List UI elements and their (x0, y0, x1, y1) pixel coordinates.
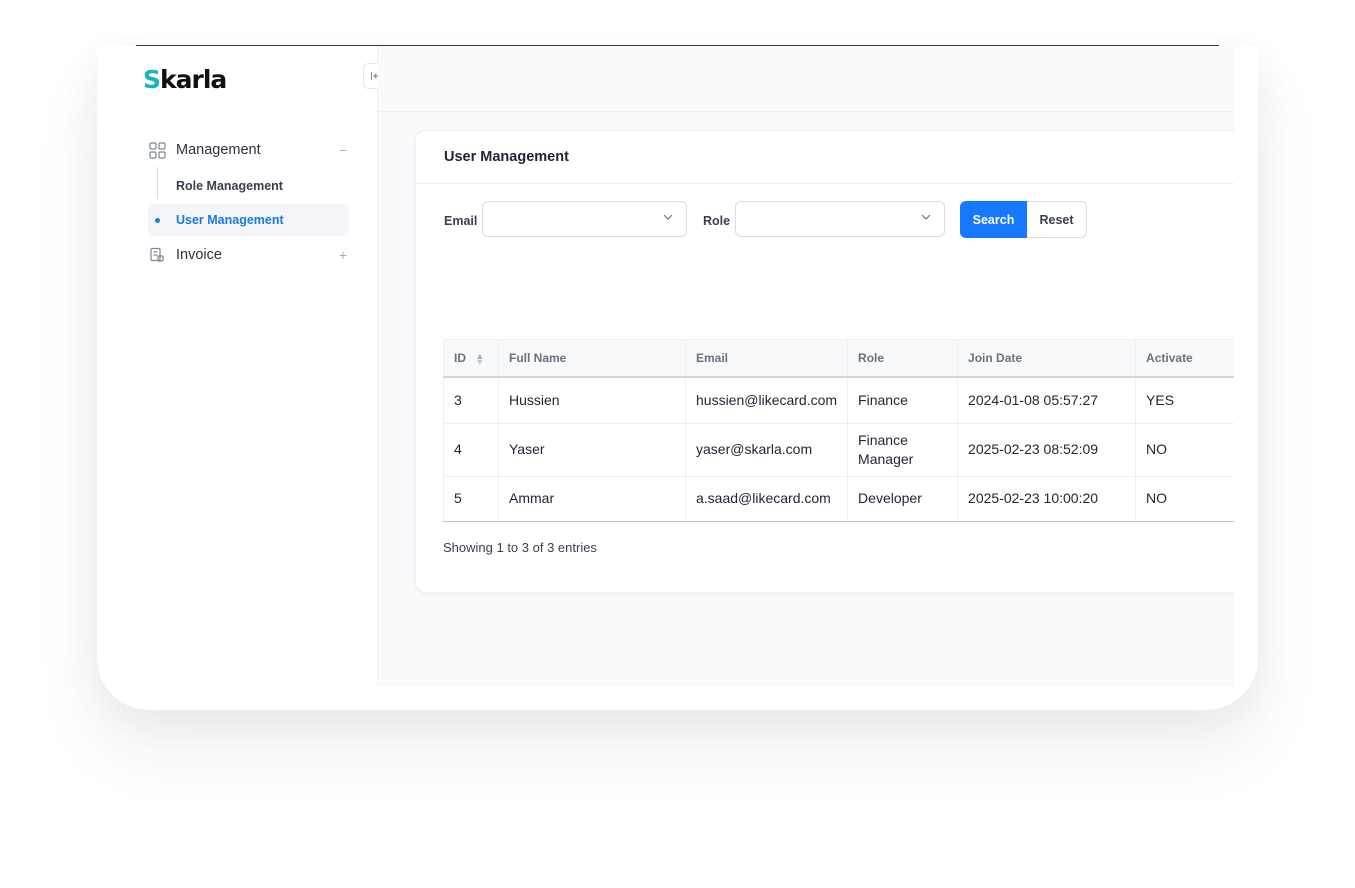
email-select[interactable] (482, 201, 687, 237)
column-header-activate[interactable]: Activate (1135, 339, 1234, 378)
sidebar-group-management[interactable]: Management − (148, 138, 350, 162)
sidebar-group-label: Invoice (176, 247, 222, 263)
cell-activate: NO (1135, 423, 1234, 477)
role-filter-label: Role (703, 214, 731, 228)
column-header-full-name[interactable]: Full Name (498, 339, 686, 378)
cell-join-date: 2025-02-23 10:00:20 (957, 476, 1137, 522)
search-button[interactable]: Search (960, 201, 1027, 238)
cell-full-name: Hussien (498, 377, 686, 424)
sidebar: Skarla Management − Role Management User… (121, 46, 378, 686)
cell-role: Finance (847, 377, 959, 424)
column-header-join-date[interactable]: Join Date (957, 339, 1137, 378)
brand-logo[interactable]: Skarla (143, 64, 227, 94)
cell-activate: YES (1135, 377, 1234, 424)
cell-email: hussien@likecard.com (685, 377, 849, 424)
cell-role: Finance Manager (847, 423, 959, 477)
reset-button[interactable]: Reset (1027, 201, 1087, 238)
app-frame: Skarla Management − Role Management User… (97, 46, 1258, 710)
table-info: Showing 1 to 3 of 3 entries (443, 540, 597, 555)
cell-activate: NO (1135, 476, 1234, 522)
cell-full-name: Ammar (498, 476, 686, 522)
table-row[interactable]: 3 Hussien hussien@likecard.com Finance 2… (443, 377, 1234, 424)
cell-id: 4 (443, 423, 499, 477)
cell-full-name: Yaser (498, 423, 686, 477)
column-label: ID (454, 351, 466, 365)
card-divider (416, 183, 1234, 184)
grid-icon (148, 141, 166, 159)
active-dot-icon (155, 217, 160, 223)
cell-email: yaser@skarla.com (685, 423, 849, 477)
main-content: User Management Email Role Search Reset … (378, 46, 1234, 686)
expand-group-icon[interactable]: + (336, 247, 350, 263)
sidebar-group-label: Management (176, 142, 261, 158)
sidebar-item-label: Role Management (176, 179, 283, 193)
top-header (378, 46, 1234, 112)
cell-join-date: 2025-02-23 08:52:09 (957, 423, 1137, 477)
sort-icon[interactable]: ▲ ▼ (475, 351, 484, 366)
column-header-email[interactable]: Email (685, 339, 849, 378)
email-filter-label: Email (444, 214, 478, 228)
chevron-down-icon (919, 211, 933, 225)
sidebar-item-user-management[interactable]: User Management (148, 204, 349, 236)
app-window: Skarla Management − Role Management User… (121, 46, 1234, 686)
collapse-group-icon[interactable]: − (336, 142, 350, 158)
cell-join-date: 2024-01-08 05:57:27 (957, 377, 1137, 424)
users-table: ID ▲ ▼ Full Name Email Role Join Date Act… (443, 339, 1234, 522)
cell-id: 5 (443, 476, 499, 522)
cell-role: Developer (847, 476, 959, 522)
sidebar-item-label: User Management (176, 213, 284, 227)
logo-text: karla (160, 64, 227, 94)
column-header-id[interactable]: ID ▲ ▼ (443, 339, 499, 378)
sidebar-group-invoice[interactable]: Invoice + (148, 243, 350, 267)
chevron-down-icon (661, 211, 675, 225)
table-row[interactable]: 4 Yaser yaser@skarla.com Finance Manager… (443, 423, 1234, 477)
role-select[interactable] (735, 201, 945, 237)
invoice-icon (148, 246, 166, 264)
cell-id: 3 (443, 377, 499, 424)
column-header-role[interactable]: Role (847, 339, 959, 378)
sidebar-item-role-management[interactable]: Role Management (148, 170, 349, 202)
page-title: User Management (444, 149, 569, 165)
table-row[interactable]: 5 Ammar a.saad@likecard.com Developer 20… (443, 476, 1234, 522)
user-management-card: User Management Email Role Search Reset … (415, 130, 1234, 593)
table-header-row: ID ▲ ▼ Full Name Email Role Join Date Act… (443, 339, 1234, 378)
logo-letter: S (143, 64, 161, 94)
cell-email: a.saad@likecard.com (685, 476, 849, 522)
